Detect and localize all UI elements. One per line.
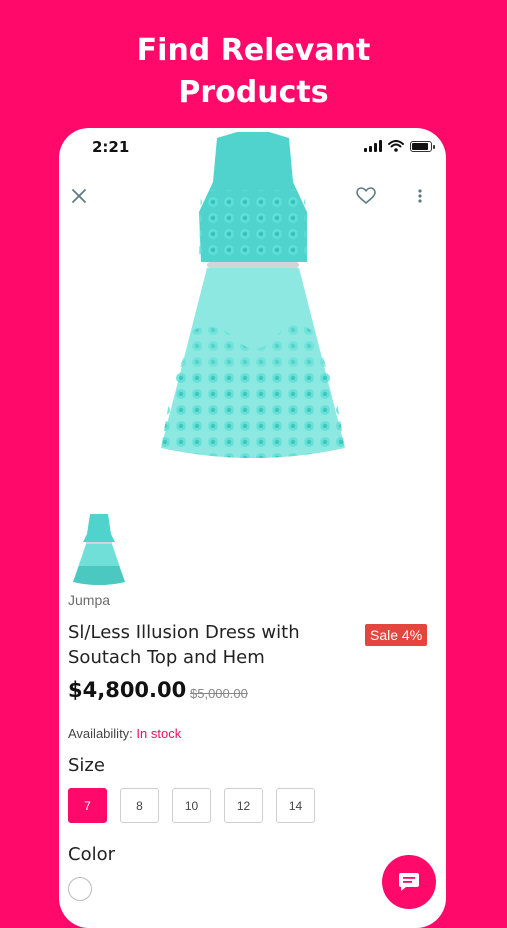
size-option[interactable]: 14 — [276, 788, 315, 823]
promo-line-2: Products — [178, 75, 329, 110]
color-label: Color — [68, 844, 115, 865]
size-options: 7 8 10 12 14 — [68, 788, 315, 823]
product-price: $4,800.00 — [68, 678, 187, 702]
size-option[interactable]: 8 — [120, 788, 159, 823]
wifi-icon — [388, 140, 404, 152]
favorite-button[interactable] — [352, 182, 380, 210]
battery-icon — [410, 140, 435, 152]
chat-button[interactable] — [382, 855, 436, 909]
chat-icon — [399, 873, 419, 891]
size-option[interactable]: 7 — [68, 788, 107, 823]
color-swatch[interactable] — [68, 877, 92, 901]
close-button[interactable] — [65, 182, 93, 210]
more-vertical-icon — [418, 189, 422, 203]
status-icons — [364, 140, 435, 152]
product-title: Sl/Less Illusion Dress with Soutach Top … — [68, 622, 300, 668]
product-thumbnail[interactable] — [71, 512, 127, 586]
promo-header: Find Relevant Products — [0, 30, 507, 114]
size-option[interactable]: 12 — [224, 788, 263, 823]
more-options-button[interactable] — [406, 182, 434, 210]
promo-line-1: Find Relevant — [136, 33, 371, 68]
status-time: 2:21 — [92, 138, 130, 156]
size-option[interactable]: 10 — [172, 788, 211, 823]
product-old-price: $5,000.00 — [190, 686, 248, 701]
sale-badge: Sale 4% — [365, 624, 428, 646]
size-label: Size — [68, 755, 105, 776]
heart-icon — [356, 187, 376, 205]
availability: Availability: In stock — [68, 726, 181, 741]
availability-label: Availability: — [68, 726, 133, 741]
signal-icon — [364, 140, 382, 152]
product-main-image — [161, 132, 345, 458]
close-icon — [72, 189, 86, 203]
availability-value: In stock — [136, 726, 182, 741]
product-brand[interactable]: Jumpa — [68, 592, 110, 608]
phone-screen: 2:21 Jumpa Sl/Less Illusion Dress with S… — [59, 128, 446, 928]
